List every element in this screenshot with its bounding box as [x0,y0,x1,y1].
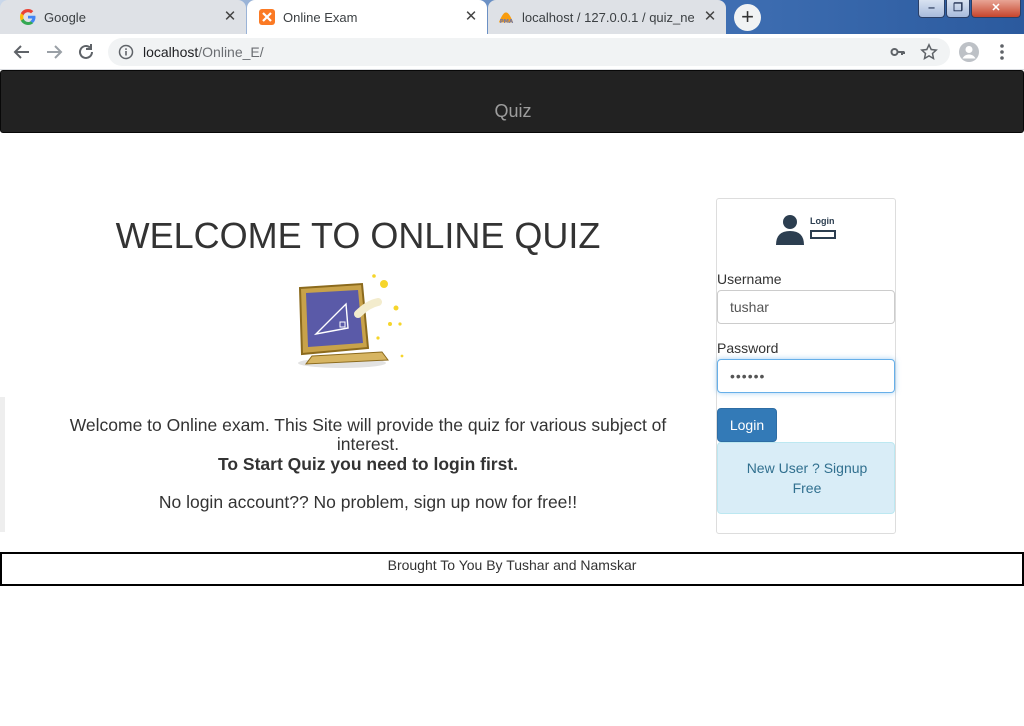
login-panel: Login Username tushar Password •••••• Lo… [716,198,896,534]
tab-online-exam[interactable]: Online Exam ✕ [247,0,487,34]
address-bar[interactable]: localhost/Online_E/ [108,38,950,66]
url-path: /Online_E/ [198,44,264,60]
reload-icon[interactable] [74,41,98,63]
navbar-brand[interactable]: Quiz [1,101,1024,122]
footer: Brought To You By Tushar and Namskar [0,552,1024,586]
intro-login-note: To Start Quiz you need to login first. [217,454,519,474]
maximize-window-button[interactable]: ❐ [946,0,970,18]
phpmyadmin-icon: PMA [498,12,514,25]
username-label: Username [717,271,782,287]
intro-signup-note: No login account?? No problem, sign up n… [158,492,578,512]
user-login-icon: Login [776,215,836,245]
top-navbar: Quiz [0,70,1024,133]
tab-title: Online Exam [283,9,358,25]
key-icon[interactable] [890,44,906,60]
back-arrow-icon[interactable] [10,41,34,63]
tab-phpmyadmin[interactable]: PMA localhost / 127.0.0.1 / quiz_new / .… [488,0,726,34]
tab-strip: Google ✕ Online Exam ✕ PMA localhost / 1… [0,0,1024,34]
login-icon-text: Login [810,216,835,226]
close-icon[interactable]: ✕ [702,9,718,25]
signup-alert: New User ? Signup Free [717,442,895,514]
login-button[interactable]: Login [717,408,777,442]
browser-toolbar: localhost/Online_E/ [0,34,1024,70]
svg-text:PMA: PMA [500,19,514,25]
signup-link[interactable]: New User ? Signup Free [718,458,896,498]
password-input[interactable]: •••••• [717,359,895,393]
info-icon[interactable] [118,44,134,60]
star-icon[interactable] [920,43,938,61]
url-host: localhost [143,44,199,60]
xampp-icon [259,9,275,25]
close-icon[interactable]: ✕ [463,9,479,25]
google-g-icon [20,9,36,25]
footer-text: Brought To You By Tushar and Namskar [387,557,637,573]
new-tab-button[interactable]: + [734,4,761,31]
profile-avatar-icon[interactable] [958,41,980,63]
intro-blockquote: Welcome to Online exam. This Site will p… [0,397,716,532]
tab-title: Google [44,9,86,25]
close-icon[interactable]: ✕ [222,9,238,25]
url-text: localhost/Online_E/ [143,44,264,60]
forward-arrow-icon[interactable] [42,41,66,63]
chalkboard-illustration [298,274,404,368]
minimize-window-button[interactable]: ‒ [918,0,945,18]
tab-title: localhost / 127.0.0.1 / quiz_new / ... [522,9,694,25]
intro-text: Welcome to Online exam. This Site will p… [69,415,667,454]
menu-dots-icon[interactable] [996,42,1008,62]
password-label: Password [717,340,779,356]
page-title: WELCOME TO ONLINE QUIZ [115,215,601,256]
tab-google[interactable]: Google ✕ [0,0,246,34]
username-input[interactable]: tushar [717,290,895,324]
close-window-button[interactable]: ✕ [971,0,1021,18]
